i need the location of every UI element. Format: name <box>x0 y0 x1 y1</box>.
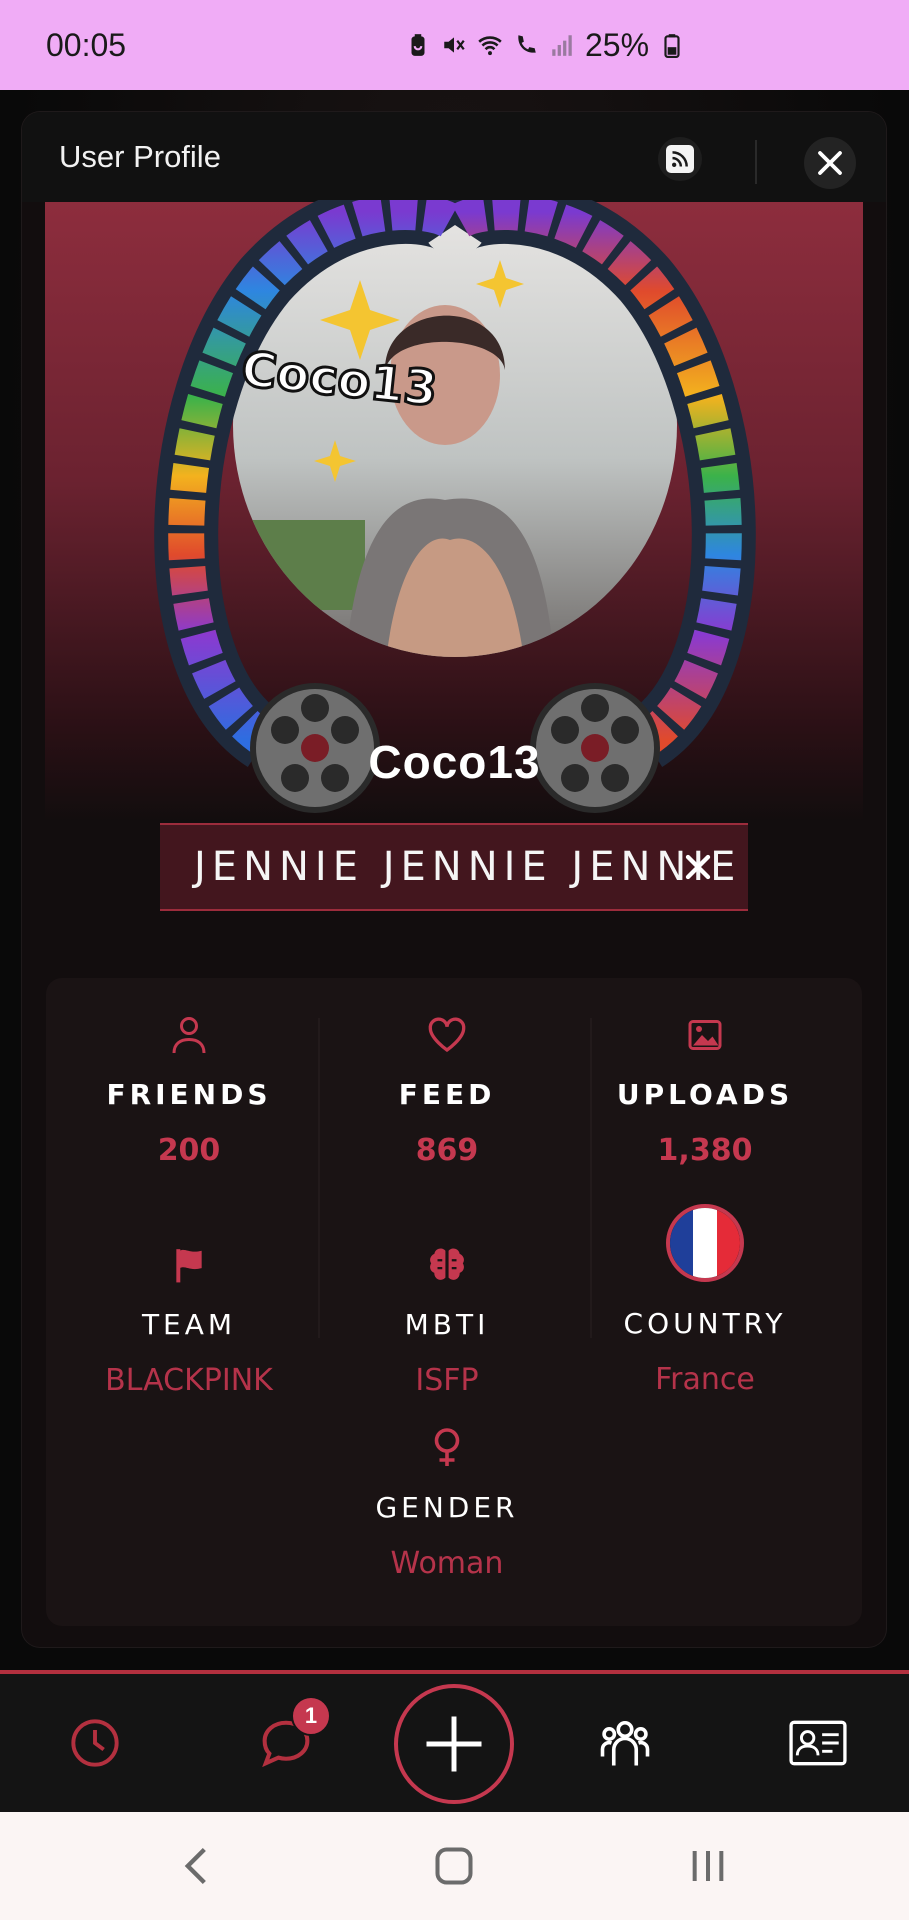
status-icons: 25% <box>405 27 685 64</box>
signal-icon <box>552 35 572 56</box>
stat-label: GENDER <box>375 1491 519 1524</box>
user-icon <box>60 1010 318 1060</box>
profile-username: Coco13 <box>368 736 541 788</box>
remove-tag-icon[interactable] <box>678 847 718 887</box>
tag-text: JENNIE JENNIE JENNIE <box>194 844 742 890</box>
stat-label: MBTI <box>404 1308 490 1341</box>
wifi-icon <box>478 36 502 56</box>
stat-uploads[interactable]: UPLOADS 1,380 <box>576 1010 834 1168</box>
nav-groups[interactable] <box>590 1674 660 1812</box>
image-icon <box>576 1010 834 1060</box>
stat-value: Woman <box>390 1546 504 1581</box>
chat-badge: 1 <box>291 1696 331 1736</box>
close-button[interactable] <box>804 137 856 189</box>
profile-card-icon <box>789 1720 847 1766</box>
stat-value: 200 <box>157 1133 221 1168</box>
header-divider <box>755 140 757 184</box>
stat-label: TEAM <box>141 1308 237 1341</box>
wifi-calling-icon <box>518 35 536 53</box>
status-time: 00:05 <box>46 26 127 63</box>
tag-chip[interactable]: JENNIE JENNIE JENNIE <box>160 823 748 911</box>
stat-friends[interactable]: FRIENDS 200 <box>60 1010 318 1168</box>
back-icon[interactable] <box>180 1844 214 1888</box>
modal-title: User Profile <box>59 139 221 174</box>
stat-feed[interactable]: FEED 869 <box>318 1010 576 1168</box>
rss-icon <box>666 145 694 173</box>
system-nav <box>0 1812 909 1920</box>
stats-card: FRIENDS 200 FEED 869 UPLOADS 1,380 TEAM … <box>46 978 862 1626</box>
brain-icon <box>318 1240 576 1290</box>
add-icon <box>426 1716 482 1772</box>
stat-team[interactable]: TEAM BLACKPINK <box>60 1240 318 1398</box>
nav-chat[interactable] <box>248 1674 324 1812</box>
flag-icon <box>60 1240 318 1290</box>
stat-label: UPLOADS <box>616 1078 794 1111</box>
stat-gender[interactable]: GENDER Woman <box>318 1423 576 1581</box>
battery-saver-icon <box>411 34 425 56</box>
bottom-nav: 1 <box>0 1670 909 1812</box>
add-button[interactable] <box>394 1684 514 1804</box>
battery-percent: 25% <box>585 26 650 63</box>
nav-profile-card[interactable] <box>785 1674 851 1812</box>
stat-label: FEED <box>398 1078 496 1111</box>
modal-header: User Profile <box>22 112 886 202</box>
close-icon <box>818 151 842 175</box>
france-flag-icon <box>666 1204 744 1282</box>
stat-value: 1,380 <box>657 1133 753 1168</box>
stat-value: 869 <box>415 1133 479 1168</box>
battery-icon <box>664 34 680 58</box>
stat-label: FRIENDS <box>106 1078 272 1111</box>
home-icon[interactable] <box>432 1844 476 1888</box>
stat-value: BLACKPINK <box>105 1363 273 1398</box>
recents-icon[interactable] <box>688 1844 728 1888</box>
status-bar: 00:05 25% <box>0 0 909 90</box>
stat-mbti[interactable]: MBTI ISFP <box>318 1240 576 1398</box>
nav-history[interactable] <box>60 1674 130 1812</box>
stat-label: COUNTRY <box>623 1307 787 1340</box>
heart-icon <box>318 1010 576 1060</box>
rss-button[interactable] <box>658 137 702 181</box>
stat-country[interactable]: COUNTRY France <box>576 1203 834 1397</box>
stat-value: ISFP <box>415 1363 479 1398</box>
stat-value: France <box>655 1362 755 1397</box>
history-icon <box>71 1719 119 1767</box>
female-icon <box>318 1423 576 1473</box>
mute-icon <box>444 37 465 53</box>
groups-icon <box>600 1720 650 1766</box>
